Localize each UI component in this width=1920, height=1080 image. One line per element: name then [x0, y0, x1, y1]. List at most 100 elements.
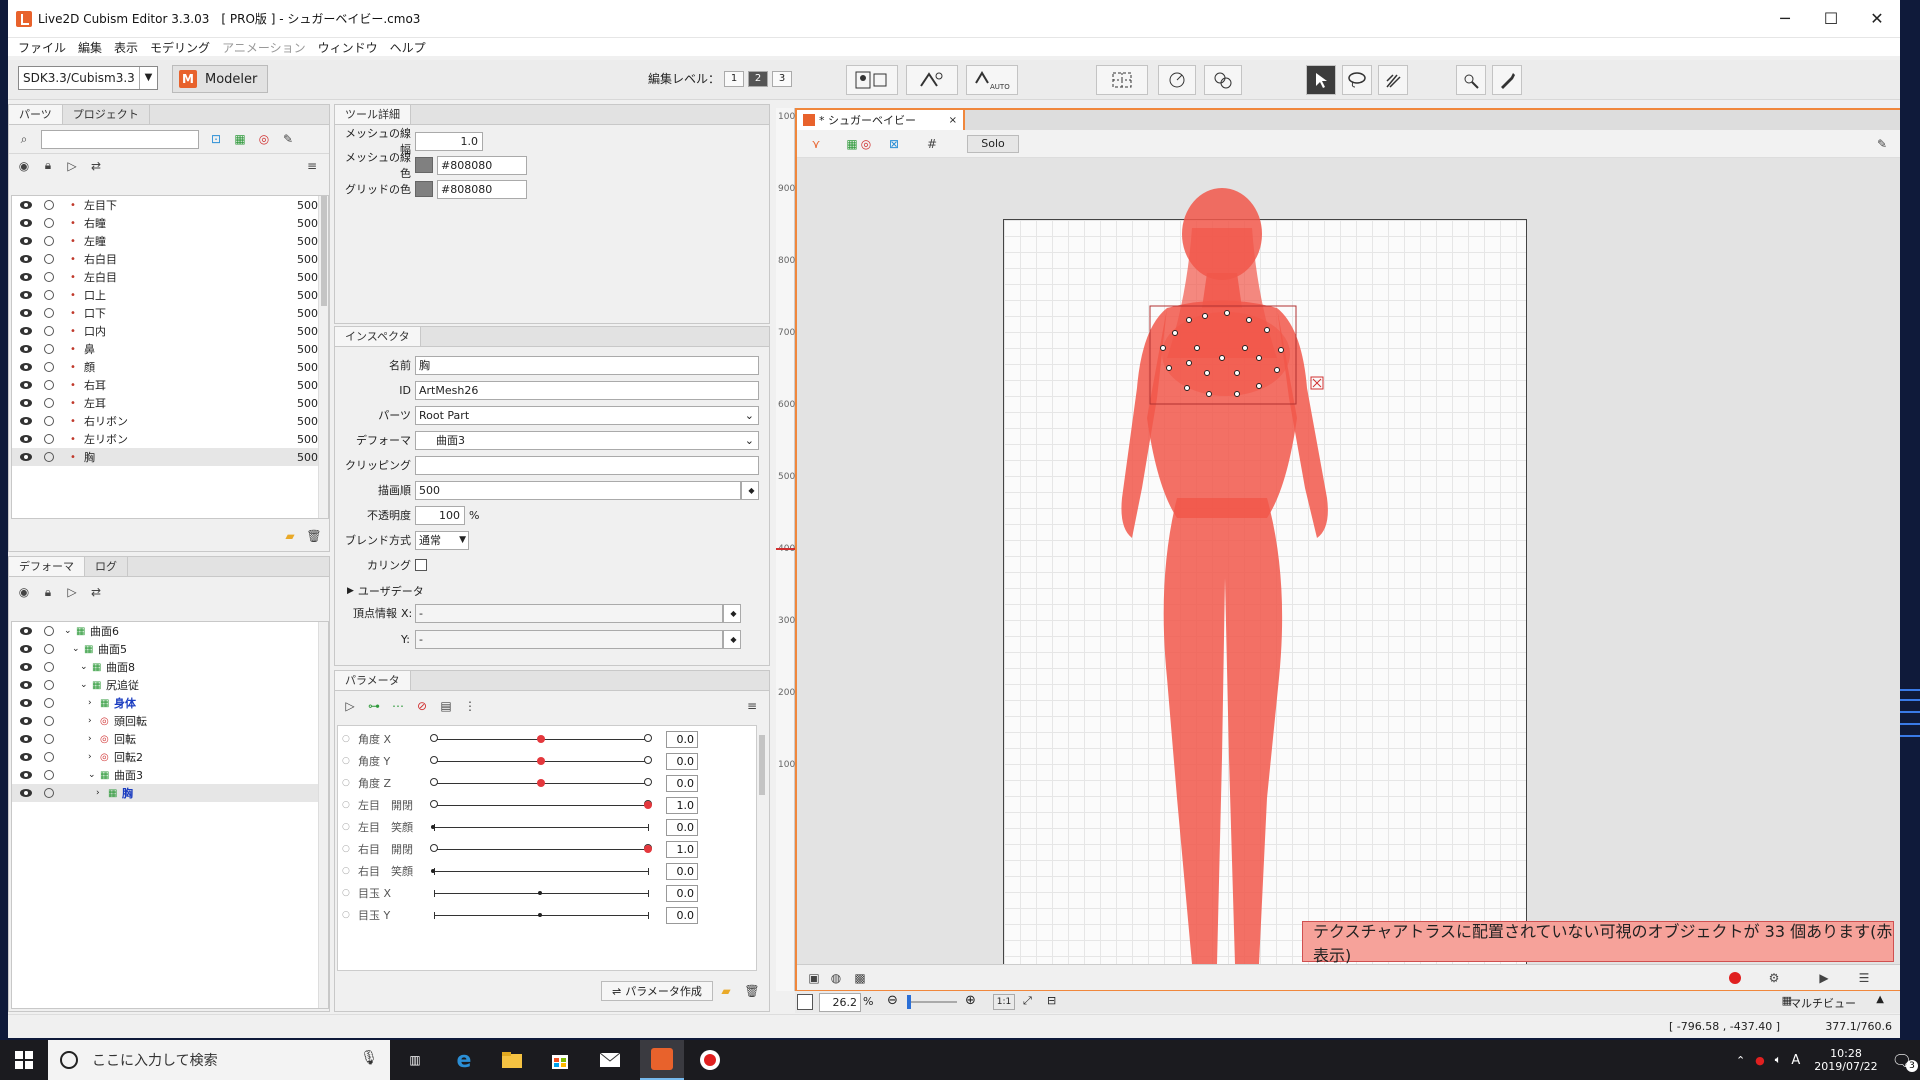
slider-min-key[interactable]	[430, 756, 438, 764]
tree-expand-icon[interactable]: ⌄	[88, 770, 96, 780]
parameter-slider-track[interactable]	[434, 805, 648, 806]
menu-animation[interactable]: アニメーション	[216, 39, 312, 56]
auto-mesh-button[interactable]: AUTO	[966, 65, 1018, 95]
mesh-line-color-input[interactable]: #808080	[437, 155, 527, 175]
parts-list-row[interactable]: • 左瞳 500	[12, 232, 328, 250]
edit-level-1[interactable]: 1	[724, 70, 745, 87]
mesh-line-color-swatch[interactable]	[415, 157, 433, 173]
menu-window[interactable]: ウィンドウ	[312, 39, 384, 56]
slider-min-key[interactable]	[430, 734, 438, 742]
param-key-icon[interactable]: ○	[342, 888, 350, 898]
fit-screen-icon[interactable]: ⤢	[1023, 994, 1032, 1008]
deformer-display-icon[interactable]: ▦	[845, 137, 859, 151]
tab-parts[interactable]: パーツ	[9, 105, 63, 124]
lock-toggle-icon[interactable]	[44, 680, 54, 690]
blend-select[interactable]: 通常 ▼	[415, 530, 469, 550]
hamburger-menu-icon[interactable]: ≡	[745, 699, 759, 713]
zoom-in-icon[interactable]: ⊕	[965, 993, 976, 1008]
lock-toggle-icon[interactable]	[44, 200, 54, 210]
lock-toggle-icon[interactable]	[44, 452, 54, 462]
param-key-icon[interactable]: ○	[342, 822, 350, 832]
cubism-taskbar-button[interactable]	[640, 1040, 684, 1080]
deformer-tree-row[interactable]: ⌄ ▦ 曲面3	[12, 766, 328, 784]
parts-list-row[interactable]: • 右リボン 500	[12, 412, 328, 430]
delete-key-icon[interactable]: ⊘	[415, 699, 429, 713]
vertex-x-stepper[interactable]: ◆	[723, 603, 741, 623]
gear-icon[interactable]: ⚙	[1767, 971, 1781, 985]
parameter-value-input[interactable]: 0.0	[666, 774, 698, 792]
add-three-keys-icon[interactable]: ⋯	[391, 699, 405, 713]
play-icon[interactable]: ▶	[1817, 971, 1831, 985]
edit-level-3[interactable]: 3	[772, 70, 793, 87]
menu-view[interactable]: 表示	[108, 39, 144, 56]
visibility-eye-icon[interactable]	[20, 381, 32, 389]
parameter-slider-knob[interactable]	[537, 757, 545, 765]
rotation-display-icon[interactable]: ◎	[859, 137, 873, 151]
param-key-icon[interactable]: ○	[342, 866, 350, 876]
fit-icon[interactable]: ⊡	[209, 132, 223, 146]
name-input[interactable]: 胸	[415, 355, 759, 375]
video-icon[interactable]: ▩	[853, 971, 867, 985]
tray-record-icon[interactable]: ●	[1755, 1054, 1765, 1067]
close-button[interactable]: ✕	[1854, 0, 1900, 38]
grid-deformer-icon[interactable]: ▦	[233, 132, 247, 146]
visibility-eye-icon[interactable]	[20, 291, 32, 299]
visibility-eye-icon[interactable]	[20, 699, 32, 707]
visibility-eye-icon[interactable]	[20, 735, 32, 743]
parts-list-row[interactable]: • 右白目 500	[12, 250, 328, 268]
lock-toggle-icon[interactable]	[44, 644, 54, 654]
camera-settings-icon[interactable]: ◍	[829, 971, 843, 985]
slider-max-key[interactable]	[644, 734, 652, 742]
parameter-slider-knob[interactable]	[537, 779, 545, 787]
file-explorer-icon[interactable]	[500, 1048, 524, 1072]
mesh-line-width-input[interactable]: 1.0	[415, 131, 483, 151]
deformer-tree-row[interactable]: ⌄ ▦ 曲面6	[12, 622, 328, 640]
fit-view-icon[interactable]: ⊠	[887, 137, 901, 151]
tree-expand-icon[interactable]: ⌄	[80, 680, 88, 690]
lock-toggle-icon[interactable]	[44, 416, 54, 426]
lock-toggle-icon[interactable]	[44, 362, 54, 372]
parameter-value-input[interactable]: 0.0	[666, 906, 698, 924]
store-icon[interactable]	[548, 1048, 572, 1072]
param-table-icon[interactable]: ▤	[439, 699, 453, 713]
parts-list-row[interactable]: • 口上 500	[12, 286, 328, 304]
play-circle-icon[interactable]: ▷	[65, 159, 79, 173]
lock-toggle-icon[interactable]	[44, 716, 54, 726]
visibility-eye-icon[interactable]	[20, 345, 32, 353]
lock-icon[interactable]: 🔒︎	[41, 585, 55, 599]
visibility-eye-icon[interactable]	[20, 681, 32, 689]
param-grid-icon[interactable]: ⋮	[463, 699, 477, 713]
visibility-eye-icon[interactable]	[20, 219, 32, 227]
lock-toggle-icon[interactable]	[44, 326, 54, 336]
visibility-eye-icon[interactable]	[20, 363, 32, 371]
draw-order-input[interactable]: 500	[415, 480, 741, 500]
rotation-deformer-button[interactable]	[1158, 65, 1196, 95]
parameter-value-input[interactable]: 0.0	[666, 818, 698, 836]
record-icon[interactable]	[1729, 972, 1741, 984]
parameter-slider-knob[interactable]	[644, 845, 652, 853]
slider-max-key[interactable]	[644, 756, 652, 764]
parameter-slider-knob[interactable]	[537, 735, 545, 743]
play-circle-icon[interactable]: ▷	[65, 585, 79, 599]
parameter-value-input[interactable]: 0.0	[666, 862, 698, 880]
deformer-button[interactable]	[1096, 65, 1148, 95]
glue-button[interactable]	[1204, 65, 1242, 95]
parts-search-input[interactable]	[41, 129, 199, 149]
parameter-slider-track[interactable]	[434, 871, 648, 872]
visibility-eye-icon[interactable]	[20, 627, 32, 635]
deformer-tree-row[interactable]: ⌄ ▦ 曲面8	[12, 658, 328, 676]
visibility-icon[interactable]: ◉	[17, 585, 31, 599]
parts-list-row[interactable]: • 口内 500	[12, 322, 328, 340]
fit-width-icon[interactable]: ⊟	[1047, 994, 1056, 1007]
camera-icon[interactable]: ▣	[807, 971, 821, 985]
play-circle-icon[interactable]: ▷	[343, 699, 357, 713]
slider-max-key[interactable]	[644, 778, 652, 786]
edge-browser-icon[interactable]: e	[452, 1048, 476, 1073]
lock-toggle-icon[interactable]	[44, 380, 54, 390]
parameter-slider-knob[interactable]	[644, 801, 652, 809]
deformer-tree-row[interactable]: › ▦ 身体	[12, 694, 328, 712]
rotation-icon[interactable]: ◎	[257, 132, 271, 146]
edit-level-2[interactable]: 2	[748, 70, 769, 87]
visibility-eye-icon[interactable]	[20, 645, 32, 653]
param-key-icon[interactable]: ○	[342, 910, 350, 920]
